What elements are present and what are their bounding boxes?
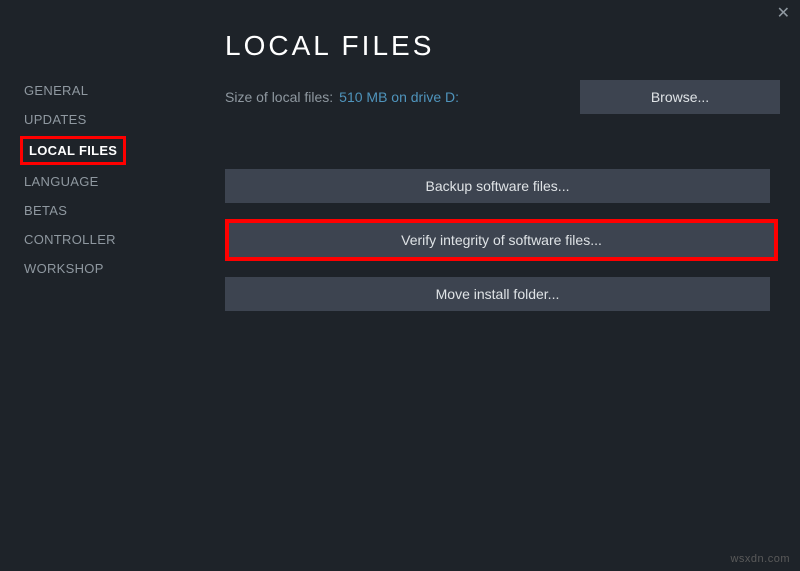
browse-button[interactable]: Browse... [580, 80, 780, 114]
sidebar-item-local-files[interactable]: LOCAL FILES [20, 136, 126, 165]
size-label: Size of local files: [225, 89, 333, 105]
watermark: wsxdn.com [730, 553, 790, 565]
sidebar-item-betas[interactable]: BETAS [20, 196, 200, 225]
size-value: 510 MB on drive D: [339, 89, 459, 105]
sidebar-item-workshop[interactable]: WORKSHOP [20, 254, 200, 283]
size-info-row: Size of local files: 510 MB on drive D: … [225, 80, 780, 114]
close-icon[interactable]: ✕ [777, 6, 790, 22]
backup-button[interactable]: Backup software files... [225, 169, 770, 203]
main-panel: LOCAL FILES Size of local files: 510 MB … [225, 30, 780, 327]
sidebar-item-language[interactable]: LANGUAGE [20, 167, 200, 196]
sidebar-item-controller[interactable]: CONTROLLER [20, 225, 200, 254]
sidebar-item-general[interactable]: GENERAL [20, 76, 200, 105]
verify-button-highlight: Verify integrity of software files... [225, 219, 778, 261]
page-title: LOCAL FILES [225, 30, 780, 62]
verify-button[interactable]: Verify integrity of software files... [229, 223, 774, 257]
move-button[interactable]: Move install folder... [225, 277, 770, 311]
sidebar: GENERAL UPDATES LOCAL FILES LANGUAGE BET… [20, 76, 200, 283]
sidebar-item-updates[interactable]: UPDATES [20, 105, 200, 134]
